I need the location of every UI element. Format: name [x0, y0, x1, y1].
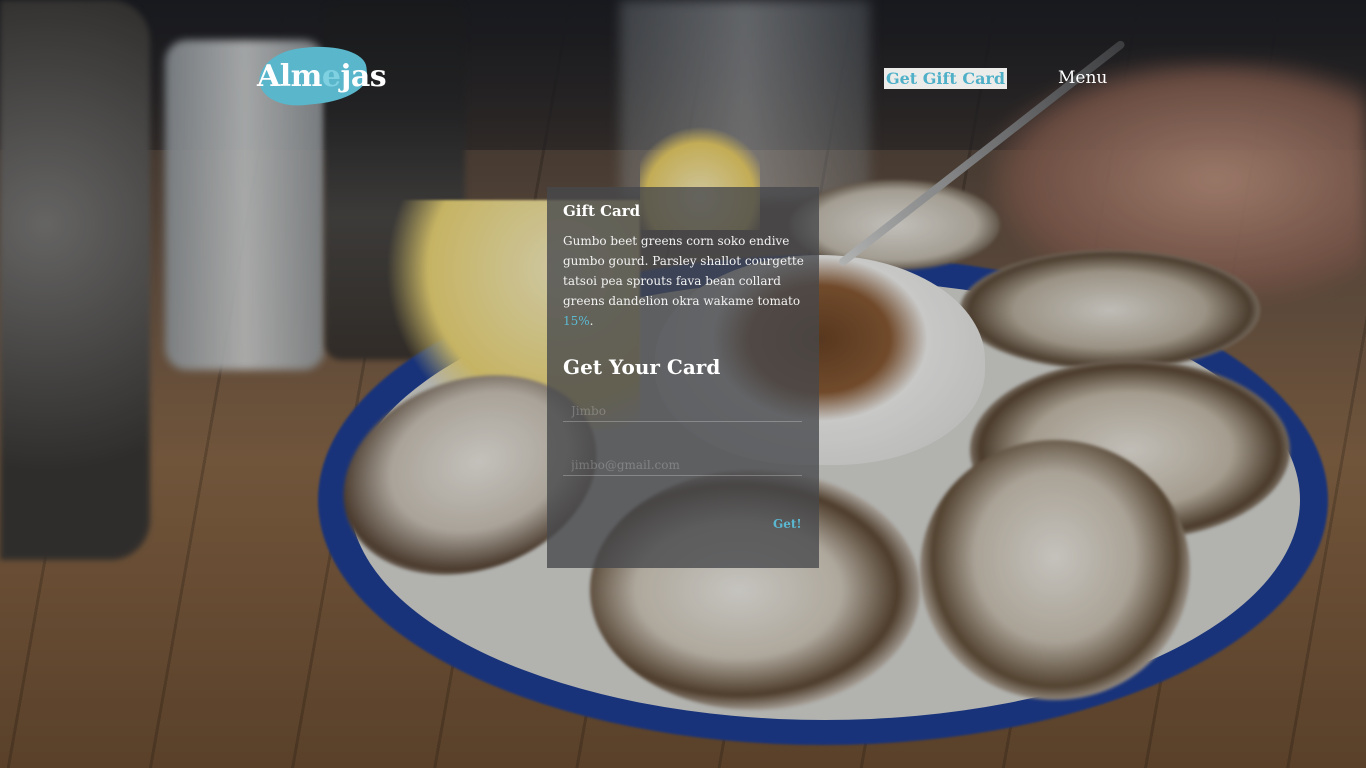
- description-period: .: [589, 314, 594, 328]
- get-gift-card-link[interactable]: Get Gift Card: [884, 68, 1007, 89]
- top-nav: Get Gift Card Menu: [0, 68, 1366, 90]
- gift-card-description: Gumbo beet greens corn soko endive gumbo…: [563, 231, 813, 331]
- menu-link[interactable]: Menu: [1058, 68, 1107, 89]
- get-button[interactable]: Get!: [773, 517, 802, 531]
- gift-card-description-text: Gumbo beet greens corn soko endive gumbo…: [563, 234, 804, 308]
- gift-card-panel: Gift Card Gumbo beet greens corn soko en…: [547, 187, 819, 568]
- get-your-card-heading: Get Your Card: [563, 355, 721, 379]
- email-input[interactable]: [563, 454, 802, 476]
- name-input[interactable]: [563, 400, 802, 422]
- gift-card-title: Gift Card: [563, 202, 641, 220]
- discount-highlight: 15%: [563, 314, 590, 328]
